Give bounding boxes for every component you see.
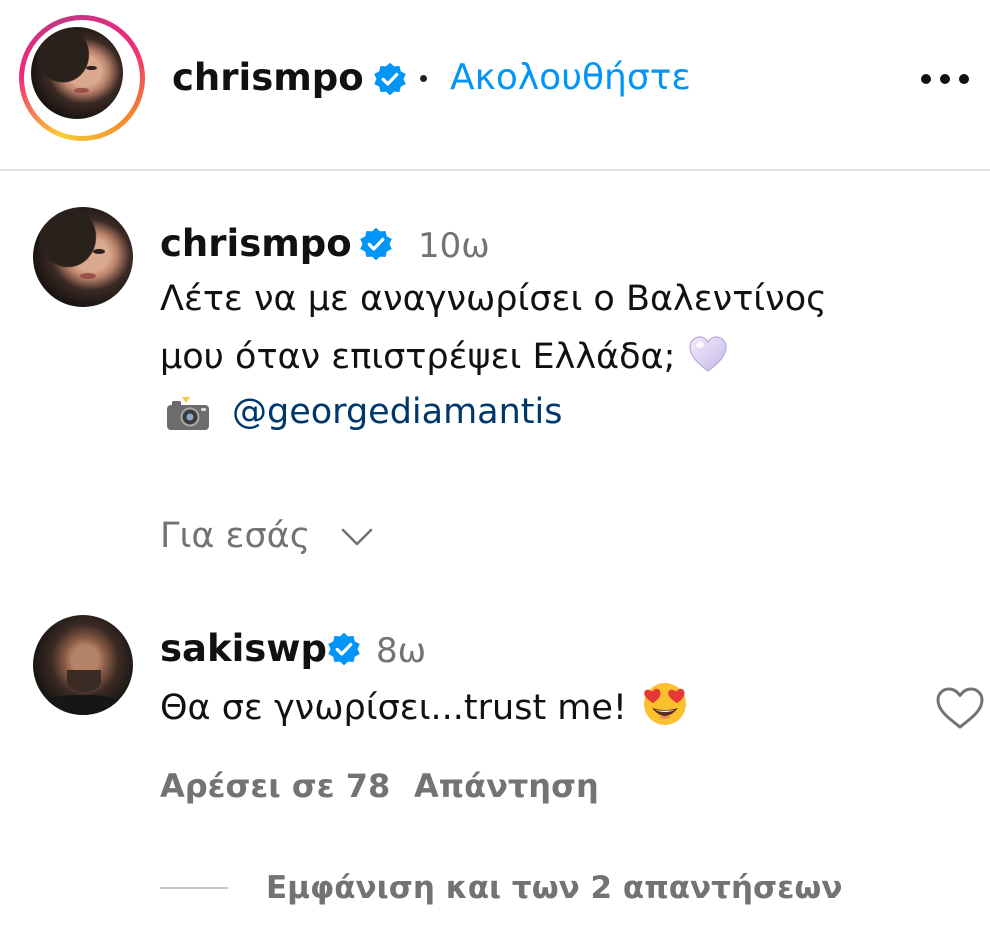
avatar-beard xyxy=(67,670,101,692)
caption-avatar[interactable] xyxy=(33,207,133,307)
header-username[interactable]: chrismpo xyxy=(172,54,364,102)
avatar-hair xyxy=(33,207,133,307)
chevron-down-icon xyxy=(341,528,373,546)
reply-timestamp[interactable]: 8ω xyxy=(376,627,426,675)
reply-avatar[interactable] xyxy=(33,615,133,715)
heart-outline-icon[interactable] xyxy=(934,685,986,731)
caption-timestamp[interactable]: 10ω xyxy=(418,222,490,270)
caption-username[interactable]: chrismpo xyxy=(160,220,352,268)
reply-username[interactable]: sakiswp xyxy=(160,625,327,673)
reply-text: Θα σε γνωρίσει...trust me! xyxy=(160,688,627,728)
more-dot xyxy=(921,74,931,84)
avatar-lips xyxy=(80,273,96,279)
verified-badge-icon xyxy=(360,227,392,261)
caption-text-line: Λέτε να με αναγνωρίσει ο Βαλεντίνος xyxy=(160,279,827,319)
separator-dot xyxy=(420,75,427,82)
avatar-shirt xyxy=(43,695,123,715)
verified-badge-icon xyxy=(374,62,406,96)
view-replies-label: Εμφάνιση και των 2 απαντήσεων xyxy=(266,870,843,906)
avatar-eye xyxy=(93,249,105,254)
avatar-eye xyxy=(65,65,77,71)
for-you-dropdown[interactable]: Για εσάς xyxy=(160,512,373,562)
for-you-label: Για εσάς xyxy=(160,516,311,556)
more-options-icon[interactable] xyxy=(917,60,973,96)
light-purple-heart-emoji xyxy=(689,336,727,372)
caption-text: μου όταν επιστρέψει Ελλάδα; xyxy=(160,337,676,377)
avatar[interactable] xyxy=(31,27,123,119)
follow-button[interactable]: Ακολουθήστε xyxy=(450,54,691,102)
story-ring[interactable] xyxy=(19,15,145,141)
verified-badge-icon xyxy=(328,632,360,666)
reply-button[interactable]: Απάντηση xyxy=(414,762,599,810)
mention-link[interactable]: @georgediamantis xyxy=(232,388,562,436)
post-header: chrismpo Ακολουθήστε xyxy=(0,0,990,171)
camera-with-flash-icon xyxy=(167,397,209,430)
smiling-face-with-heart-eyes-emoji xyxy=(643,683,686,725)
likes-count-link[interactable]: Αρέσει σε 78 xyxy=(160,762,390,810)
more-dot xyxy=(959,74,969,84)
caption-text-line-2: μου όταν επιστρέψει Ελλάδα; xyxy=(160,333,729,381)
avatar-hair xyxy=(31,27,123,119)
view-replies-line xyxy=(160,887,228,889)
more-dot xyxy=(940,74,950,84)
reply-text-row: Θα σε γνωρίσει...trust me! xyxy=(160,681,689,732)
avatar-eye xyxy=(71,249,83,254)
